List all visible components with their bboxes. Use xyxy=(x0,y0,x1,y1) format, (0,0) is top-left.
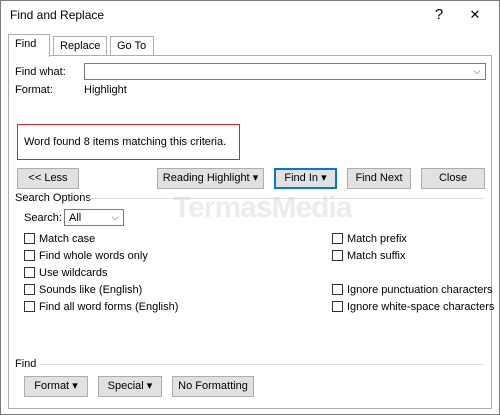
divider xyxy=(39,364,485,365)
find-panel: Find what: ⌵ Format: Highlight Word foun… xyxy=(8,55,495,409)
help-button[interactable]: ? xyxy=(428,5,450,25)
match-case-label: Match case xyxy=(39,233,96,245)
special-button-label: Special xyxy=(107,380,144,392)
word-forms-label: Find all word forms (English) xyxy=(39,301,179,313)
match-prefix-label: Match prefix xyxy=(347,233,407,245)
no-formatting-button[interactable]: No Formatting xyxy=(172,376,254,397)
search-label: Search: xyxy=(24,212,62,224)
chevron-down-icon[interactable]: ⌵ xyxy=(107,210,123,225)
dropdown-arrow-icon: ▾ xyxy=(72,380,78,392)
less-button[interactable]: << Less xyxy=(17,168,79,189)
tab-find[interactable]: Find xyxy=(8,34,50,57)
reading-highlight-label: Reading Highlight xyxy=(162,172,250,184)
find-in-button[interactable]: Find In ▾ xyxy=(274,168,337,189)
dropdown-arrow-icon: ▾ xyxy=(146,380,153,392)
tab-goto[interactable]: Go To xyxy=(110,36,154,56)
ignore-whitespace-label: Ignore white-space characters xyxy=(347,301,495,313)
search-direction-select[interactable]: All ⌵ xyxy=(64,209,124,226)
format-label: Format: xyxy=(15,84,53,96)
match-suffix-label: Match suffix xyxy=(347,250,406,262)
ignore-punctuation-checkbox[interactable] xyxy=(332,284,343,295)
whole-words-label: Find whole words only xyxy=(39,250,148,262)
tab-goto-label: Go To xyxy=(117,40,147,52)
search-direction-value: All xyxy=(69,212,82,224)
window-title: Find and Replace xyxy=(10,8,105,22)
format-value: Highlight xyxy=(84,84,127,96)
chevron-down-icon[interactable]: ⌵ xyxy=(469,64,485,79)
format-button-label: Format xyxy=(34,380,70,392)
reading-highlight-button[interactable]: Reading Highlight ▾ xyxy=(157,168,264,189)
tab-replace[interactable]: Replace xyxy=(53,36,107,56)
find-what-label: Find what: xyxy=(15,66,66,78)
close-icon[interactable]: ✕ xyxy=(464,5,486,25)
tab-replace-label: Replace xyxy=(60,40,101,52)
sounds-like-label: Sounds like (English) xyxy=(39,284,143,296)
wildcards-label: Use wildcards xyxy=(39,267,108,279)
close-button[interactable]: Close xyxy=(421,168,485,189)
find-replace-dialog: Find and Replace ? ✕ Find Replace Go To … xyxy=(0,0,500,415)
special-button[interactable]: Special ▾ xyxy=(98,376,162,397)
dropdown-arrow-icon: ▾ xyxy=(321,172,327,184)
match-prefix-checkbox[interactable] xyxy=(332,233,343,244)
result-message-box: Word found 8 items matching this criteri… xyxy=(17,124,240,160)
find-next-button[interactable]: Find Next xyxy=(347,168,411,189)
tab-find-label: Find xyxy=(15,38,37,50)
find-what-input[interactable]: ⌵ xyxy=(84,63,486,80)
match-case-checkbox[interactable] xyxy=(24,233,35,244)
ignore-punctuation-label: Ignore punctuation characters xyxy=(347,284,493,296)
sounds-like-checkbox[interactable] xyxy=(24,284,35,295)
dropdown-arrow-icon: ▾ xyxy=(252,172,259,184)
search-options-heading: Search Options xyxy=(15,192,91,204)
result-message: Word found 8 items matching this criteri… xyxy=(24,136,227,148)
find-in-label: Find In xyxy=(284,172,319,184)
word-forms-checkbox[interactable] xyxy=(24,301,35,312)
find-section-heading: Find xyxy=(15,358,37,370)
wildcards-checkbox[interactable] xyxy=(24,267,35,278)
whole-words-checkbox[interactable] xyxy=(24,250,35,261)
title-bar: Find and Replace ? ✕ xyxy=(1,1,499,31)
match-suffix-checkbox[interactable] xyxy=(332,250,343,261)
watermark-logo: TermasMedia xyxy=(173,191,353,224)
ignore-whitespace-checkbox[interactable] xyxy=(332,301,343,312)
format-button[interactable]: Format ▾ xyxy=(24,376,88,397)
